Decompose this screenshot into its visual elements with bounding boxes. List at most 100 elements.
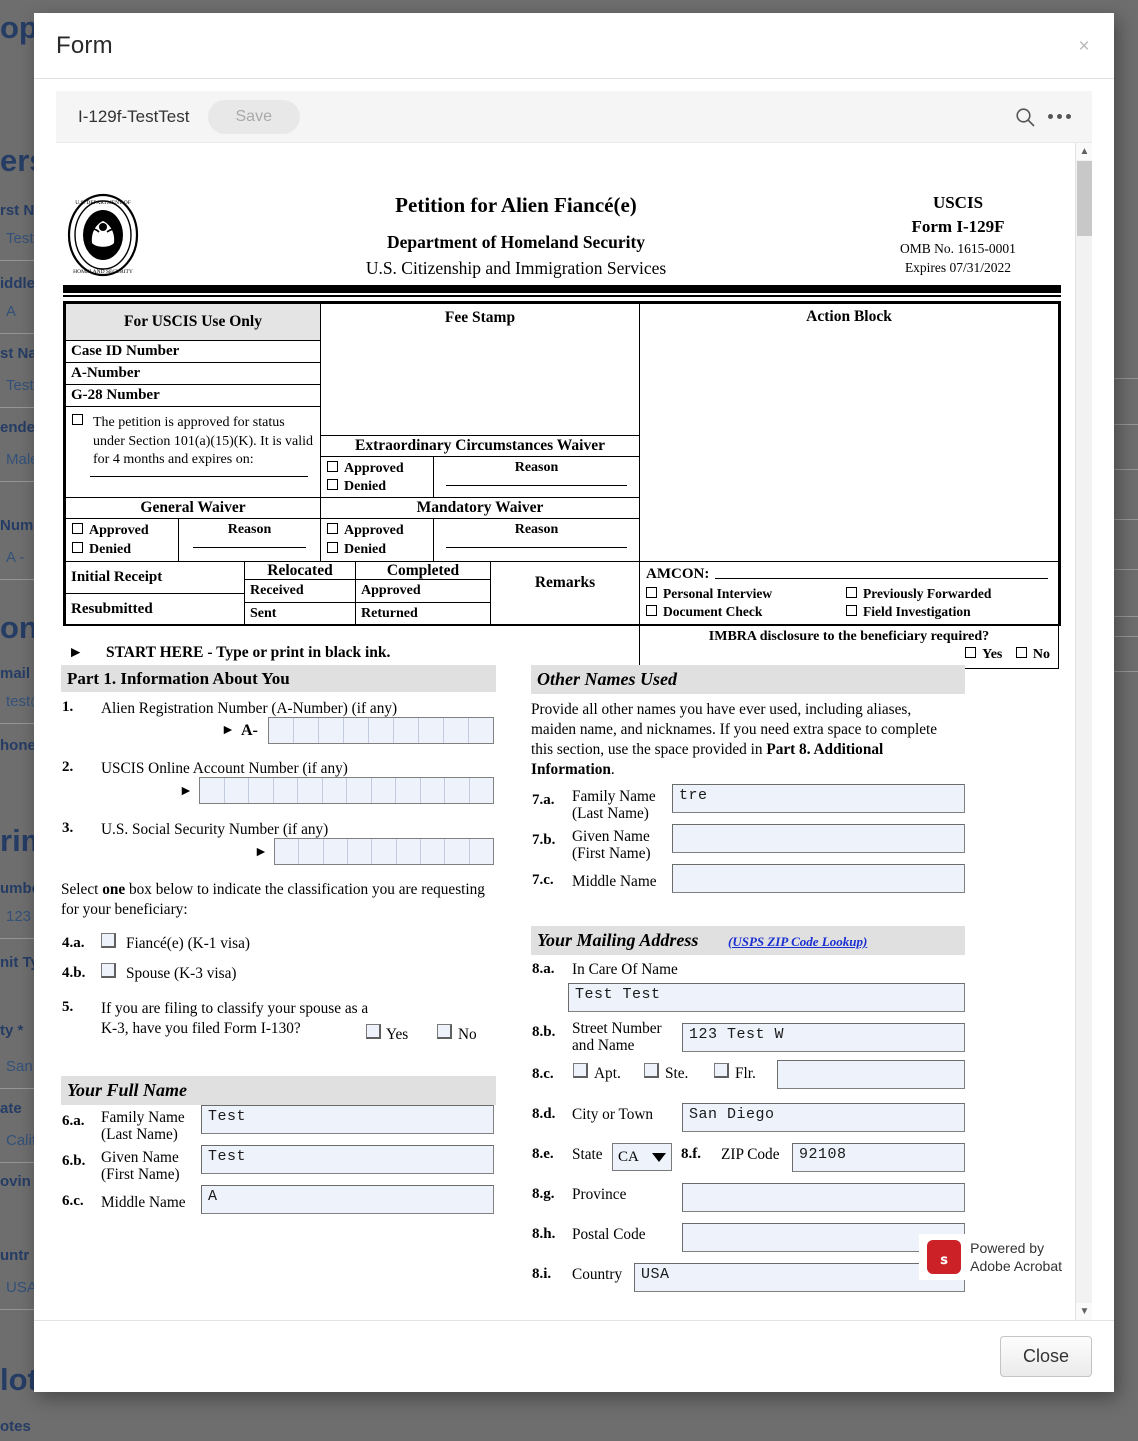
- your-full-name-heading: Your Full Name: [61, 1076, 496, 1105]
- in-care-of-name-input[interactable]: Test Test: [568, 983, 965, 1012]
- omb-number: OMB No. 1615-0001: [900, 241, 1016, 256]
- zip-code-input[interactable]: 92108: [792, 1143, 965, 1172]
- backdrop-text: ate: [0, 1100, 22, 1117]
- backdrop-text: iddle: [0, 275, 36, 292]
- close-button[interactable]: Close: [999, 1336, 1092, 1377]
- apt-label: Apt.: [594, 1065, 621, 1082]
- state-value: CA: [618, 1148, 639, 1165]
- dhs-seal-icon: U.S. DEPARTMENT OF HOMELAND SECURITY: [63, 191, 143, 279]
- other-names-text-b: .: [610, 761, 615, 778]
- q5-number: 5.: [62, 999, 74, 1015]
- case-id-number-label: Case ID Number: [65, 340, 321, 363]
- initial-receipt-cell: Initial Receipt: [65, 561, 245, 594]
- ssn-input[interactable]: [274, 838, 494, 865]
- mandatory-waiver-options: Approved Denied: [320, 518, 434, 562]
- city-or-town-input[interactable]: San Diego: [682, 1103, 965, 1132]
- uscis-use-only-table: For USCIS Use Only Case ID Number A-Numb…: [63, 301, 1061, 669]
- other-middle-name-value: [673, 865, 964, 867]
- q2-label: USCIS Online Account Number (if any): [101, 760, 348, 777]
- previously-forwarded-checkbox[interactable]: [846, 587, 857, 598]
- field-investigation-checkbox[interactable]: [846, 605, 857, 616]
- fiance-k1-checkbox[interactable]: [101, 933, 116, 948]
- imbra-no-checkbox[interactable]: [1015, 647, 1027, 658]
- scroll-up-icon[interactable]: ▲: [1076, 143, 1092, 160]
- resubmitted-cell: Resubmitted: [65, 593, 245, 626]
- street-number-name-input[interactable]: 123 Test W: [682, 1023, 965, 1052]
- other-family-name-value: tre: [679, 787, 708, 804]
- flr-checkbox[interactable]: [714, 1063, 729, 1078]
- q6b-number: 6.b.: [62, 1153, 86, 1169]
- start-here-text: START HERE - Type or print in black ink.: [106, 644, 391, 661]
- backdrop-text: Calif: [6, 1132, 37, 1149]
- field-investigation-label: Field Investigation: [863, 604, 971, 619]
- q3-number: 3.: [62, 820, 74, 836]
- spouse-k3-checkbox[interactable]: [101, 963, 116, 978]
- q6b-label: Given Name (First Name): [101, 1149, 180, 1183]
- q8h-number: 8.h.: [532, 1226, 556, 1242]
- personal-interview-checkbox[interactable]: [646, 587, 657, 598]
- other-given-name-input[interactable]: [672, 824, 965, 853]
- document-check-checkbox[interactable]: [646, 605, 657, 616]
- middle-name-input[interactable]: A: [201, 1185, 494, 1214]
- pdf-scrollbar[interactable]: ▲ ▼: [1075, 143, 1092, 1320]
- q5-label: If you are filing to classify your spous…: [101, 1000, 369, 1037]
- approval-checkbox[interactable]: [72, 414, 83, 425]
- apt-checkbox[interactable]: [573, 1063, 588, 1078]
- q5-yes-checkbox[interactable]: [366, 1024, 381, 1039]
- pdf-document-name: I-129f-TestTest: [78, 106, 190, 126]
- mandatory-denied-checkbox[interactable]: [327, 542, 338, 553]
- family-name-input[interactable]: Test: [201, 1105, 494, 1134]
- approval-status-cell: The petition is approved for status unde…: [65, 406, 321, 498]
- mandatory-denied-label: Denied: [344, 542, 386, 557]
- uscis-online-account-input[interactable]: [199, 777, 494, 804]
- for-uscis-use-only-header: For USCIS Use Only: [65, 303, 321, 341]
- modal-body: I-129f-TestTest Save U.S. DEPARTMENT OF …: [34, 79, 1114, 1320]
- completed-approved-label: Approved: [355, 579, 491, 603]
- more-options-icon[interactable]: [1042, 100, 1076, 134]
- usps-zip-lookup-link[interactable]: (USPS ZIP Code Lookup): [728, 934, 867, 950]
- other-family-name-input[interactable]: tre: [672, 784, 965, 813]
- scroll-down-icon[interactable]: ▼: [1076, 1303, 1092, 1320]
- general-denied-label: Denied: [89, 542, 131, 557]
- mandatory-reason-line: [446, 547, 627, 548]
- other-middle-name-input[interactable]: [672, 864, 965, 893]
- ste-checkbox[interactable]: [644, 1063, 659, 1078]
- search-icon[interactable]: [1008, 100, 1042, 134]
- remarks-cell: Remarks: [490, 561, 640, 626]
- state-select[interactable]: CA: [612, 1143, 672, 1171]
- q4a-number: 4.a.: [62, 935, 85, 951]
- extraordinary-approved-checkbox[interactable]: [327, 461, 338, 472]
- q8e-number: 8.e.: [532, 1146, 554, 1162]
- q8d-number: 8.d.: [532, 1106, 556, 1122]
- general-reason-line: [193, 547, 306, 548]
- q8h-label: Postal Code: [572, 1226, 646, 1243]
- adobe-acrobat-badge: ₛ Powered by Adobe Acrobat: [919, 1234, 1070, 1280]
- given-name-input[interactable]: Test: [201, 1145, 494, 1174]
- mandatory-waiver-header: Mandatory Waiver: [320, 497, 640, 519]
- a-number-input[interactable]: [268, 717, 494, 744]
- scrollbar-thumb[interactable]: [1077, 161, 1092, 236]
- modal-header: Form ×: [34, 13, 1114, 79]
- general-denied-checkbox[interactable]: [72, 542, 83, 553]
- q2-arrow-icon: ►: [179, 784, 193, 799]
- backdrop-text: hone: [0, 737, 36, 754]
- apt-ste-flr-number-input[interactable]: [777, 1060, 965, 1089]
- q5-no-checkbox[interactable]: [437, 1024, 452, 1039]
- country-input[interactable]: USA: [634, 1263, 965, 1292]
- apt-ste-flr-number-value: [778, 1061, 964, 1063]
- q8c-number: 8.c.: [532, 1066, 554, 1082]
- q8f-label: ZIP Code: [721, 1146, 780, 1163]
- save-button[interactable]: Save: [207, 99, 300, 134]
- general-approved-checkbox[interactable]: [72, 523, 83, 534]
- in-care-of-name-value: Test Test: [575, 986, 661, 1003]
- a-number-label: A-Number: [65, 362, 321, 385]
- imbra-yes-checkbox[interactable]: [965, 647, 977, 658]
- extraordinary-denied-checkbox[interactable]: [327, 479, 338, 490]
- q5-no-label: No: [458, 1026, 477, 1043]
- close-icon[interactable]: ×: [1070, 33, 1098, 61]
- backdrop-text: on: [0, 610, 38, 645]
- imbra-cell: IMBRA disclosure to the beneficiary requ…: [639, 625, 1059, 669]
- province-input[interactable]: [682, 1183, 965, 1212]
- q8b-label: Street Number and Name: [572, 1020, 662, 1054]
- mandatory-approved-checkbox[interactable]: [327, 523, 338, 534]
